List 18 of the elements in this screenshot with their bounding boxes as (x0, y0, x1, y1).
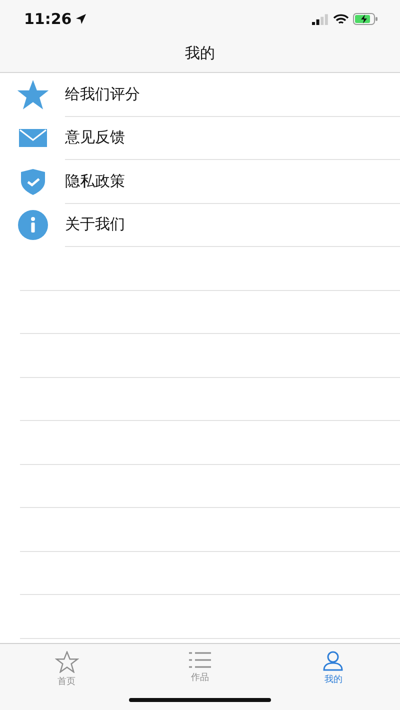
menu-item[interactable]: 关于我们 (65, 215, 125, 234)
status-time: 11:26 (24, 10, 72, 28)
page-title: 我的 (185, 44, 215, 63)
signal-icon (312, 14, 329, 24)
star-icon (54, 651, 79, 673)
list-icon (188, 651, 211, 669)
menu-item[interactable]: 隐私政策 (65, 172, 125, 191)
info-icon (18, 210, 48, 240)
person-icon (323, 651, 344, 671)
location-arrow-icon (76, 14, 86, 24)
shield-icon (18, 168, 46, 195)
envelope-icon (18, 129, 46, 148)
menu-item[interactable]: 意见反馈 (65, 128, 125, 148)
menu-item[interactable]: 给我们评分 (65, 84, 140, 104)
tab[interactable]: 我的 (266, 651, 400, 686)
star-icon (16, 80, 48, 110)
wifi-icon (333, 14, 349, 24)
battery-icon (353, 13, 378, 25)
